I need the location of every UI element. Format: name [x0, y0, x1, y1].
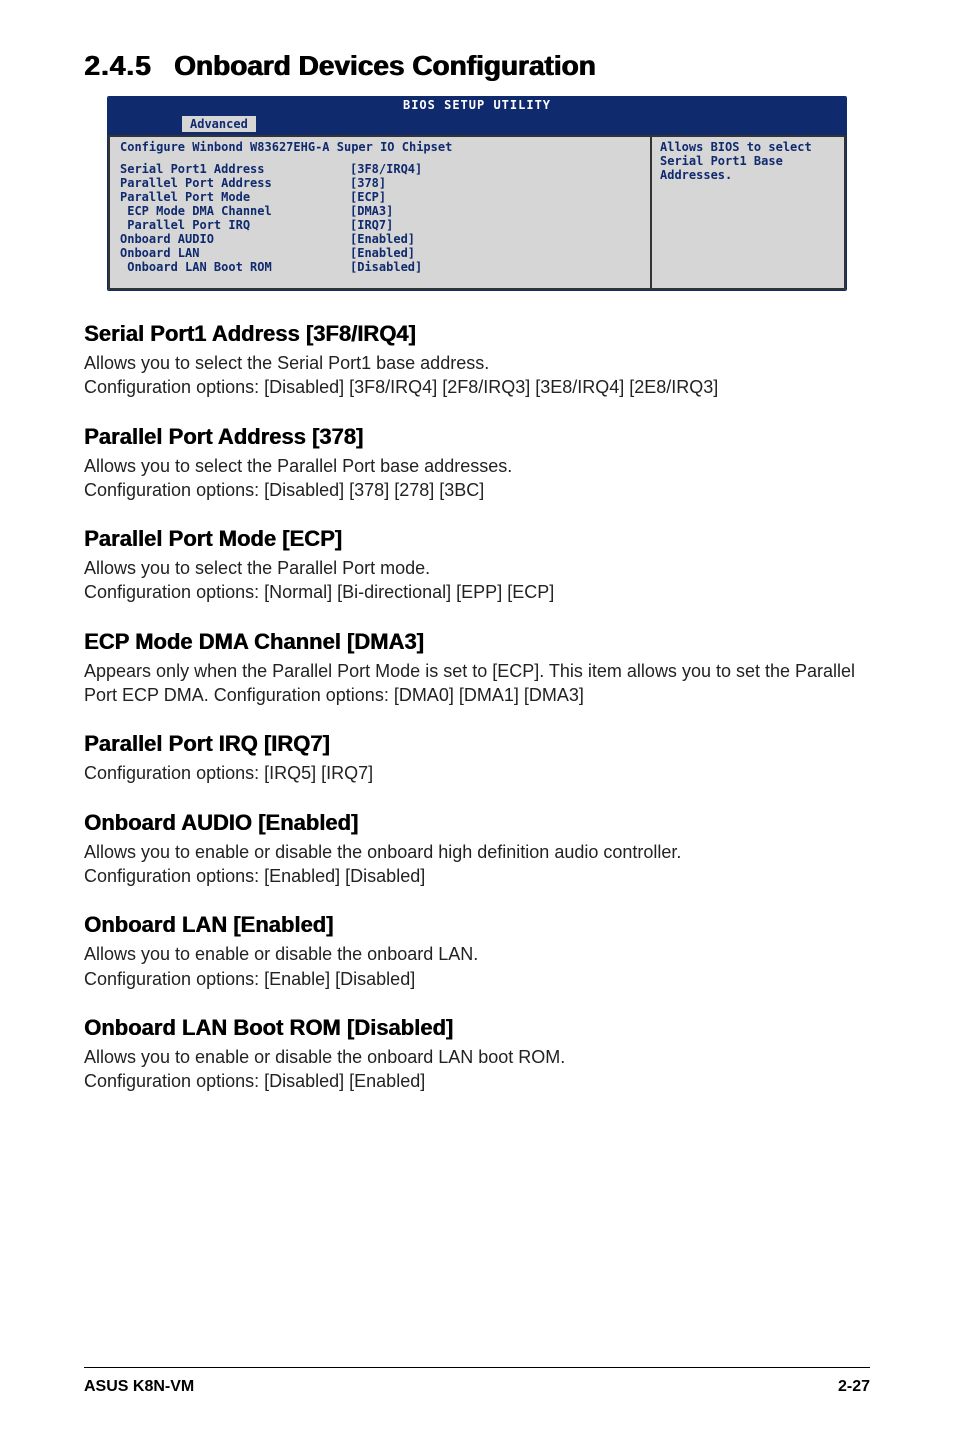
- bios-row-label: Onboard AUDIO: [120, 232, 350, 246]
- desc-lanrom: Allows you to enable or disable the onbo…: [84, 1045, 870, 1069]
- heading-paraddr: Parallel Port Address [378]: [84, 424, 870, 450]
- bios-help-panel: Allows BIOS to select Serial Port1 Base …: [651, 135, 846, 290]
- bios-row-value: [3F8/IRQ4]: [350, 162, 640, 176]
- bios-row-value: [ECP]: [350, 190, 640, 204]
- desc-lan: Allows you to enable or disable the onbo…: [84, 942, 870, 966]
- desc-ecp: Appears only when the Parallel Port Mode…: [84, 659, 870, 708]
- footer-left: ASUS K8N-VM: [84, 1378, 194, 1396]
- bios-row: Parallel Port Address[378]: [120, 176, 640, 190]
- bios-header: BIOS SETUP UTILITY: [108, 97, 846, 113]
- desc-parmode: Allows you to select the Parallel Port m…: [84, 556, 870, 580]
- bios-row-label: ECP Mode DMA Channel: [120, 204, 350, 218]
- opts-parirq: Configuration options: [IRQ5] [IRQ7]: [84, 761, 870, 785]
- bios-row-label: Serial Port1 Address: [120, 162, 350, 176]
- bios-row-value: [Enabled]: [350, 246, 640, 260]
- bios-row: Onboard AUDIO[Enabled]: [120, 232, 640, 246]
- opts-parmode: Configuration options: [Normal] [Bi-dire…: [84, 580, 870, 604]
- heading-parirq: Parallel Port IRQ [IRQ7]: [84, 731, 870, 757]
- section-title: Onboard Devices Configuration: [174, 50, 596, 82]
- section-heading: 2.4.5 Onboard Devices Configuration: [84, 50, 870, 82]
- bios-tab-bar: Advanced: [108, 113, 846, 135]
- page-footer: ASUS K8N-VM 2-27: [84, 1367, 870, 1396]
- heading-ecp: ECP Mode DMA Channel [DMA3]: [84, 629, 870, 655]
- heading-serial: Serial Port1 Address [3F8/IRQ4]: [84, 321, 870, 347]
- bios-row-label: Onboard LAN Boot ROM: [120, 260, 350, 274]
- heading-lanrom: Onboard LAN Boot ROM [Disabled]: [84, 1015, 870, 1041]
- bios-row-label: Parallel Port Address: [120, 176, 350, 190]
- opts-lan: Configuration options: [Enable] [Disable…: [84, 967, 870, 991]
- bios-row-value: [DMA3]: [350, 204, 640, 218]
- opts-serial: Configuration options: [Disabled] [3F8/I…: [84, 375, 870, 399]
- heading-audio: Onboard AUDIO [Enabled]: [84, 810, 870, 836]
- bios-row: Onboard LAN[Enabled]: [120, 246, 640, 260]
- bios-tab-advanced: Advanced: [182, 116, 256, 132]
- bios-row-label: Parallel Port Mode: [120, 190, 350, 204]
- bios-help-text: Allows BIOS to select Serial Port1 Base …: [660, 140, 836, 182]
- heading-parmode: Parallel Port Mode [ECP]: [84, 526, 870, 552]
- bios-main-panel: Configure Winbond W83627EHG-A Super IO C…: [108, 135, 651, 290]
- bios-row-label: Onboard LAN: [120, 246, 350, 260]
- bios-row-value: [378]: [350, 176, 640, 190]
- opts-paraddr: Configuration options: [Disabled] [378] …: [84, 478, 870, 502]
- desc-audio: Allows you to enable or disable the onbo…: [84, 840, 870, 864]
- bios-screenshot: BIOS SETUP UTILITY Advanced Configure Wi…: [107, 96, 847, 291]
- opts-audio: Configuration options: [Enabled] [Disabl…: [84, 864, 870, 888]
- bios-row: Serial Port1 Address[3F8/IRQ4]: [120, 162, 640, 176]
- bios-row-label: Parallel Port IRQ: [120, 218, 350, 232]
- bios-row: Onboard LAN Boot ROM[Disabled]: [120, 260, 640, 274]
- desc-paraddr: Allows you to select the Parallel Port b…: [84, 454, 870, 478]
- footer-right: 2-27: [838, 1378, 870, 1396]
- desc-serial: Allows you to select the Serial Port1 ba…: [84, 351, 870, 375]
- bios-row: ECP Mode DMA Channel[DMA3]: [120, 204, 640, 218]
- bios-row-value: [IRQ7]: [350, 218, 640, 232]
- bios-panel-title: Configure Winbond W83627EHG-A Super IO C…: [120, 140, 640, 154]
- bios-row: Parallel Port IRQ[IRQ7]: [120, 218, 640, 232]
- bios-row-value: [Enabled]: [350, 232, 640, 246]
- opts-lanrom: Configuration options: [Disabled] [Enabl…: [84, 1069, 870, 1093]
- bios-row-value: [Disabled]: [350, 260, 640, 274]
- heading-lan: Onboard LAN [Enabled]: [84, 912, 870, 938]
- bios-row: Parallel Port Mode[ECP]: [120, 190, 640, 204]
- section-number: 2.4.5: [84, 50, 151, 82]
